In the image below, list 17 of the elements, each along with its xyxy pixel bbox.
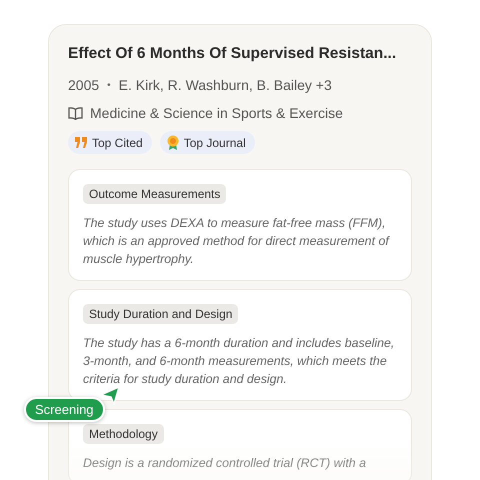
journal-name: Medicine & Science in Sports & Exercise <box>90 105 343 121</box>
criterion-text: Design is a randomized controlled trial (RCT) with a <box>83 455 368 472</box>
criterion-text: The study has a 6-month duration and includes baseline, 3-month, and 6-month measurements, which meets the criteria for study duration and design. <box>83 335 396 388</box>
paper-title: Effect Of 6 Months Of Supervised Resistan... <box>68 45 398 63</box>
quote-icon <box>75 137 87 148</box>
criterion-tag: Outcome Measurements <box>83 184 226 204</box>
badge-label: Top Cited <box>92 136 143 150</box>
book-icon <box>68 106 83 120</box>
badge-label: Top Journal <box>184 136 246 150</box>
cursor-label: Screening <box>24 397 105 422</box>
criterion-tag: Study Duration and Design <box>83 304 238 324</box>
criterion-tag: Methodology <box>83 424 164 444</box>
medal-icon <box>166 135 179 150</box>
criterion-text: The study uses DEXA to measure fat-free mass (FFM), which is an approved method for direct measurement of muscle hypertrophy. <box>83 215 391 268</box>
year: 2005 <box>68 77 100 93</box>
separator: • <box>107 80 111 90</box>
authors: E. Kirk, R. Washburn, B. Bailey +3 <box>118 77 332 93</box>
